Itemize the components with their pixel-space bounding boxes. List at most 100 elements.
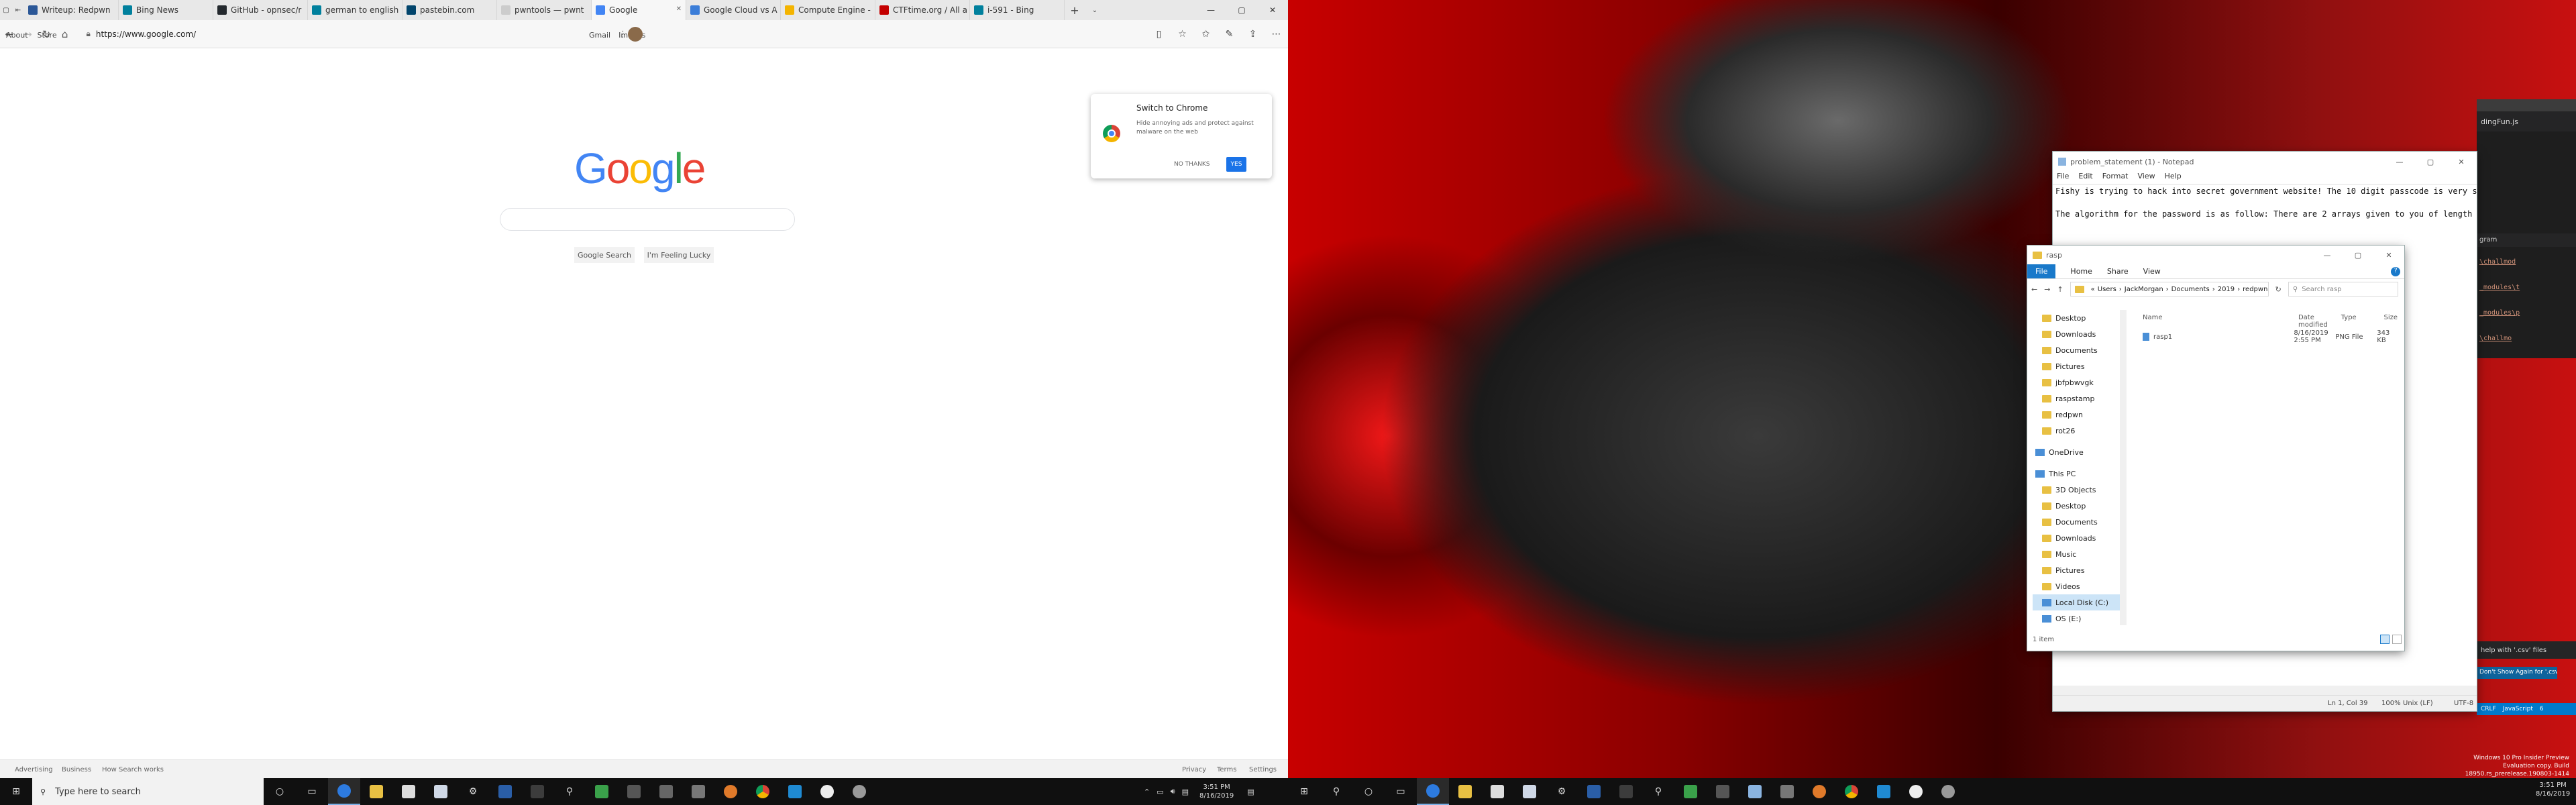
tab-2[interactable]: GitHub - opnsec/r bbox=[213, 0, 308, 20]
action-center-icon[interactable]: ▤ bbox=[1247, 788, 1254, 796]
nav-item[interactable]: This PC bbox=[2033, 466, 2120, 482]
vscode-dont-show-button[interactable]: Don't Show Again for '.csv' files bbox=[2477, 667, 2557, 679]
about-link[interactable]: About bbox=[6, 31, 28, 40]
taskbar-search-app-icon[interactable]: ⚲ bbox=[553, 778, 586, 805]
notepad-maximize-icon[interactable]: ▢ bbox=[2415, 158, 2446, 166]
taskbar-app6-icon-2[interactable] bbox=[1932, 778, 1964, 805]
yes-button[interactable]: YES bbox=[1226, 157, 1246, 172]
tab-5[interactable]: pwntools — pwnt bbox=[497, 0, 592, 20]
nav-item[interactable]: Music bbox=[2033, 546, 2120, 562]
taskbar-powershell-icon-2[interactable] bbox=[1578, 778, 1610, 805]
tray-chevron-icon[interactable]: ⌃ bbox=[1144, 788, 1150, 796]
tab-8[interactable]: Compute Engine - bbox=[781, 0, 875, 20]
tab-1[interactable]: Bing News bbox=[119, 0, 213, 20]
minimize-icon[interactable]: — bbox=[1195, 0, 1226, 20]
taskbar-app1-icon-2[interactable] bbox=[1674, 778, 1707, 805]
explorer-forward-icon[interactable]: → bbox=[2044, 285, 2050, 294]
cortana-icon-2[interactable]: ○ bbox=[1352, 778, 1385, 805]
cortana-icon[interactable]: ○ bbox=[264, 778, 296, 805]
menu-help[interactable]: Help bbox=[2165, 172, 2182, 184]
favorites-hub-icon[interactable]: ✩ bbox=[1194, 29, 1218, 40]
taskbar-app2-icon[interactable] bbox=[618, 778, 650, 805]
reading-view-icon[interactable]: ▯ bbox=[1147, 29, 1171, 40]
tab-10[interactable]: i-591 - Bing bbox=[970, 0, 1065, 20]
nav-item[interactable]: raspstamp bbox=[2033, 390, 2120, 407]
terms-link[interactable]: Terms bbox=[1217, 766, 1236, 773]
more-icon[interactable]: ⋯ bbox=[1265, 29, 1288, 40]
tab-3[interactable]: german to english bbox=[308, 0, 402, 20]
tab-close-icon[interactable]: ✕ bbox=[676, 5, 682, 13]
taskbar-app4-icon[interactable] bbox=[682, 778, 714, 805]
vscode-tab[interactable]: dingFun.js bbox=[2477, 111, 2576, 131]
col-size[interactable]: Size bbox=[2383, 314, 2398, 327]
home-icon[interactable]: ⌂ bbox=[56, 28, 74, 40]
search-icon-2[interactable]: ⚲ bbox=[1320, 778, 1352, 805]
advertising-link[interactable]: Advertising bbox=[15, 766, 53, 773]
explorer-refresh-icon[interactable]: ↻ bbox=[2275, 285, 2282, 294]
maximize-icon[interactable]: ▢ bbox=[1226, 0, 1257, 20]
breadcrumb-item[interactable]: Documents bbox=[2171, 286, 2210, 293]
nav-item[interactable]: Downloads bbox=[2033, 530, 2120, 546]
taskbar-file-explorer-icon[interactable] bbox=[360, 778, 392, 805]
pen-icon[interactable]: ✎ bbox=[1218, 29, 1241, 40]
explorer-close-icon[interactable]: ✕ bbox=[2373, 251, 2404, 260]
taskbar-github-icon[interactable] bbox=[811, 778, 843, 805]
menu-view[interactable]: View bbox=[2138, 172, 2155, 184]
explorer-up-icon[interactable]: ↑ bbox=[2057, 285, 2063, 294]
tab-0[interactable]: Writeup: Redpwn bbox=[24, 0, 119, 20]
new-tab-icon[interactable]: + bbox=[1065, 4, 1085, 17]
explorer-search-input[interactable]: ⚲ Search rasp bbox=[2288, 282, 2398, 297]
nav-item[interactable]: Desktop bbox=[2033, 498, 2120, 514]
no-thanks-button[interactable]: NO THANKS bbox=[1169, 157, 1215, 172]
nav-pane-scrollbar[interactable] bbox=[2120, 310, 2127, 625]
taskbar-app2-icon-2[interactable] bbox=[1707, 778, 1739, 805]
notepad-minimize-icon[interactable]: — bbox=[2384, 158, 2415, 166]
taskbar-store-icon[interactable] bbox=[392, 778, 425, 805]
privacy-link[interactable]: Privacy bbox=[1182, 766, 1206, 773]
tab-6[interactable]: Google ✕ bbox=[592, 0, 686, 20]
taskbar-file-explorer-icon-2[interactable] bbox=[1449, 778, 1481, 805]
explorer-back-icon[interactable]: ← bbox=[2031, 285, 2037, 294]
nav-item[interactable]: OneDrive bbox=[2033, 444, 2120, 460]
menu-edit[interactable]: Edit bbox=[2078, 172, 2092, 184]
taskbar-search-app-icon-2[interactable]: ⚲ bbox=[1642, 778, 1674, 805]
close-icon[interactable]: ✕ bbox=[1257, 0, 1288, 20]
share-icon[interactable]: ⇪ bbox=[1241, 29, 1265, 40]
menu-format[interactable]: Format bbox=[2102, 172, 2129, 184]
taskbar-app1-icon[interactable] bbox=[586, 778, 618, 805]
taskbar-kali-icon[interactable] bbox=[521, 778, 553, 805]
nav-item[interactable]: Documents bbox=[2033, 514, 2120, 530]
taskbar-app6-icon[interactable] bbox=[843, 778, 875, 805]
taskbar-vscode-icon[interactable] bbox=[779, 778, 811, 805]
col-type[interactable]: Type bbox=[2341, 314, 2384, 327]
taskbar-app4-icon-2[interactable] bbox=[1771, 778, 1803, 805]
business-link[interactable]: Business bbox=[62, 766, 91, 773]
col-name[interactable]: Name bbox=[2143, 314, 2298, 327]
taskbar-mail-icon-2[interactable] bbox=[1513, 778, 1546, 805]
start-windows-icon-2[interactable]: ⊞ bbox=[1288, 778, 1320, 805]
tray-network-icon[interactable]: ▤ bbox=[1182, 788, 1189, 796]
clock[interactable]: 3:51 PM 8/16/2019 bbox=[1199, 783, 1234, 800]
tab-7[interactable]: Google Cloud vs A bbox=[686, 0, 781, 20]
tray-volume-icon[interactable]: 🔊︎ bbox=[1171, 787, 1175, 796]
notepad-hscrollbar[interactable] bbox=[2053, 686, 2477, 695]
taskbar-app5-icon[interactable] bbox=[714, 778, 747, 805]
explorer-maximize-icon[interactable]: ▢ bbox=[2343, 251, 2373, 260]
how-search-works-link[interactable]: How Search works bbox=[102, 766, 164, 773]
taskbar-chrome-icon[interactable] bbox=[747, 778, 779, 805]
taskbar-search-box[interactable]: ⚲ Type here to search bbox=[32, 778, 264, 805]
notepad-close-icon[interactable]: ✕ bbox=[2446, 158, 2477, 166]
google-search-input[interactable] bbox=[500, 208, 795, 231]
url-field[interactable]: 🔒︎ https://www.google.com/ bbox=[87, 25, 1014, 43]
google-search-button[interactable]: Google Search bbox=[574, 247, 635, 263]
nav-item[interactable]: Pictures bbox=[2033, 562, 2120, 578]
nav-item[interactable]: Desktop bbox=[2033, 310, 2120, 326]
start-windows-icon[interactable]: ⊞ bbox=[0, 778, 32, 805]
explorer-minimize-icon[interactable]: — bbox=[2312, 251, 2343, 260]
ribbon-file[interactable]: File bbox=[2027, 264, 2056, 278]
favorite-star-icon[interactable]: ☆ bbox=[1171, 29, 1194, 40]
taskbar-edge-icon-2[interactable] bbox=[1417, 778, 1449, 805]
taskbar-notepad-icon[interactable] bbox=[1739, 778, 1771, 805]
nav-item[interactable]: Videos bbox=[2033, 578, 2120, 594]
breadcrumb-item[interactable]: redpwn bbox=[2243, 286, 2267, 293]
